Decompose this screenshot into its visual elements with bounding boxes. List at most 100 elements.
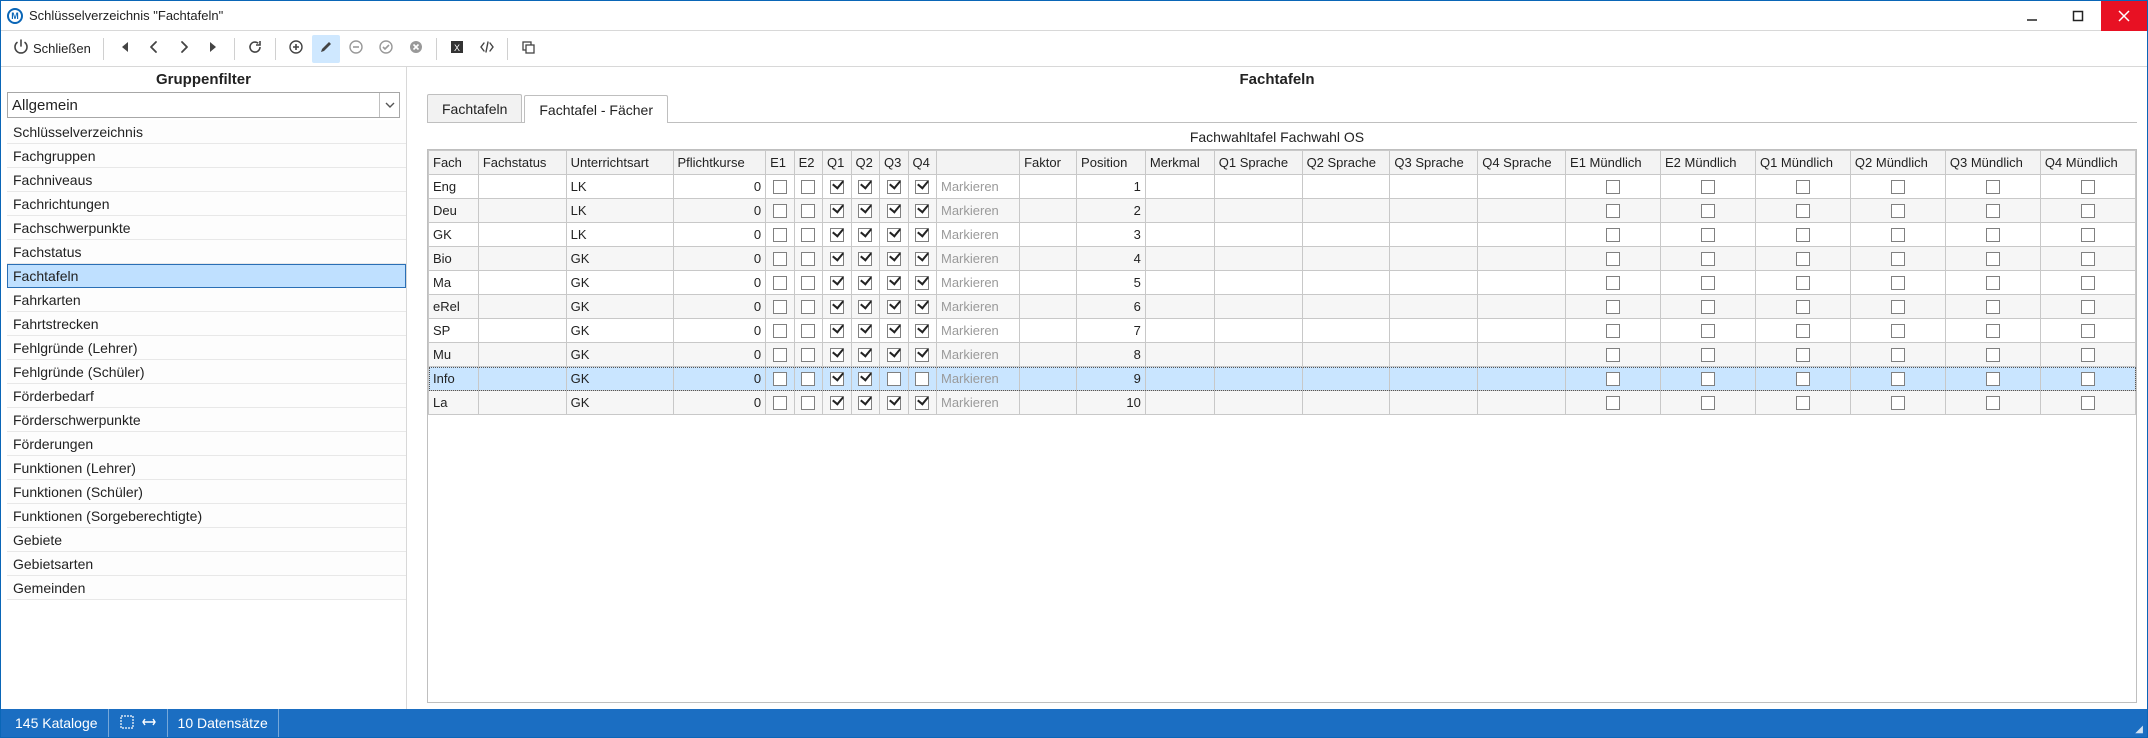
- cell[interactable]: [766, 271, 794, 295]
- checkbox[interactable]: [1701, 372, 1715, 386]
- cell[interactable]: [1214, 391, 1302, 415]
- cell[interactable]: [766, 391, 794, 415]
- cell[interactable]: [794, 175, 822, 199]
- checkbox[interactable]: [1796, 348, 1810, 362]
- cell[interactable]: [1302, 271, 1390, 295]
- cell[interactable]: [880, 247, 908, 271]
- cell[interactable]: SP: [429, 319, 479, 343]
- table-row[interactable]: EngLK0Markieren1: [429, 175, 2136, 199]
- cell[interactable]: 8: [1077, 343, 1146, 367]
- checkbox[interactable]: [801, 372, 815, 386]
- cell[interactable]: [1945, 271, 2040, 295]
- catalog-list-item[interactable]: Gebiete: [7, 528, 406, 552]
- checkbox[interactable]: [2081, 372, 2095, 386]
- checkbox[interactable]: [801, 252, 815, 266]
- cell[interactable]: [2040, 295, 2135, 319]
- cell[interactable]: [1145, 223, 1214, 247]
- cell[interactable]: [823, 367, 851, 391]
- checkbox[interactable]: [801, 396, 815, 410]
- cell[interactable]: [908, 295, 936, 319]
- cell[interactable]: [1390, 391, 1478, 415]
- cell[interactable]: [1755, 271, 1850, 295]
- checkbox[interactable]: [1606, 372, 1620, 386]
- cell[interactable]: [794, 247, 822, 271]
- cell[interactable]: [2040, 391, 2135, 415]
- cell[interactable]: [1020, 295, 1077, 319]
- cell[interactable]: [1945, 199, 2040, 223]
- checkbox[interactable]: [2081, 300, 2095, 314]
- checkbox[interactable]: [1606, 396, 1620, 410]
- cell[interactable]: [1755, 247, 1850, 271]
- cell[interactable]: GK: [566, 343, 673, 367]
- column-header[interactable]: E1 Mündlich: [1566, 151, 1661, 175]
- column-header[interactable]: Fach: [429, 151, 479, 175]
- checkbox[interactable]: [1891, 228, 1905, 242]
- checkbox[interactable]: [887, 252, 901, 266]
- cell[interactable]: [1945, 319, 2040, 343]
- cell[interactable]: [1214, 199, 1302, 223]
- column-header[interactable]: Q2: [851, 151, 879, 175]
- cell[interactable]: [1020, 343, 1077, 367]
- cell[interactable]: [851, 391, 879, 415]
- cell[interactable]: [908, 343, 936, 367]
- export-xml-button[interactable]: [473, 35, 501, 63]
- checkbox[interactable]: [1891, 204, 1905, 218]
- cell[interactable]: [1390, 271, 1478, 295]
- checkbox[interactable]: [830, 252, 844, 266]
- checkbox[interactable]: [915, 300, 929, 314]
- column-header[interactable]: E1: [766, 151, 794, 175]
- checkbox[interactable]: [773, 180, 787, 194]
- checkbox[interactable]: [830, 180, 844, 194]
- close-button[interactable]: Schließen: [7, 35, 97, 63]
- checkbox[interactable]: [887, 396, 901, 410]
- cell[interactable]: [1945, 175, 2040, 199]
- cell[interactable]: [1478, 271, 1566, 295]
- cell[interactable]: 7: [1077, 319, 1146, 343]
- cell[interactable]: [1661, 295, 1756, 319]
- cell[interactable]: Markieren: [936, 295, 1019, 319]
- cell[interactable]: Info: [429, 367, 479, 391]
- checkbox[interactable]: [773, 204, 787, 218]
- cell[interactable]: [1478, 175, 1566, 199]
- cell[interactable]: [1478, 199, 1566, 223]
- cell[interactable]: GK: [566, 391, 673, 415]
- cell[interactable]: [794, 223, 822, 247]
- checkbox[interactable]: [915, 396, 929, 410]
- checkbox[interactable]: [1891, 180, 1905, 194]
- cell[interactable]: [794, 343, 822, 367]
- cell[interactable]: Markieren: [936, 319, 1019, 343]
- next-record-button[interactable]: [170, 35, 198, 63]
- refresh-button[interactable]: [241, 35, 269, 63]
- catalog-list-item[interactable]: Funktionen (Sorgeberechtigte): [7, 504, 406, 528]
- cell[interactable]: [1850, 391, 1945, 415]
- accept-button[interactable]: [372, 35, 400, 63]
- checkbox[interactable]: [801, 324, 815, 338]
- checkbox[interactable]: [887, 372, 901, 386]
- cell[interactable]: GK: [566, 271, 673, 295]
- checkbox[interactable]: [1796, 396, 1810, 410]
- checkbox[interactable]: [830, 372, 844, 386]
- column-header[interactable]: Q4: [908, 151, 936, 175]
- cell[interactable]: [1302, 367, 1390, 391]
- checkbox[interactable]: [830, 276, 844, 290]
- column-header[interactable]: Q1: [823, 151, 851, 175]
- cell[interactable]: [1020, 271, 1077, 295]
- cell[interactable]: [908, 175, 936, 199]
- checkbox[interactable]: [1986, 276, 2000, 290]
- cell[interactable]: [766, 223, 794, 247]
- cell[interactable]: Deu: [429, 199, 479, 223]
- catalog-list-item[interactable]: Funktionen (Lehrer): [7, 456, 406, 480]
- cell[interactable]: [1478, 343, 1566, 367]
- cell[interactable]: [1566, 175, 1661, 199]
- checkbox[interactable]: [915, 180, 929, 194]
- checkbox[interactable]: [1986, 180, 2000, 194]
- checkbox[interactable]: [858, 204, 872, 218]
- column-header[interactable]: Q4 Mündlich: [2040, 151, 2135, 175]
- cell[interactable]: 0: [673, 343, 766, 367]
- cell[interactable]: [1661, 367, 1756, 391]
- cell[interactable]: [1390, 343, 1478, 367]
- cell[interactable]: [2040, 343, 2135, 367]
- checkbox[interactable]: [773, 348, 787, 362]
- cell[interactable]: [1755, 343, 1850, 367]
- checkbox[interactable]: [1796, 204, 1810, 218]
